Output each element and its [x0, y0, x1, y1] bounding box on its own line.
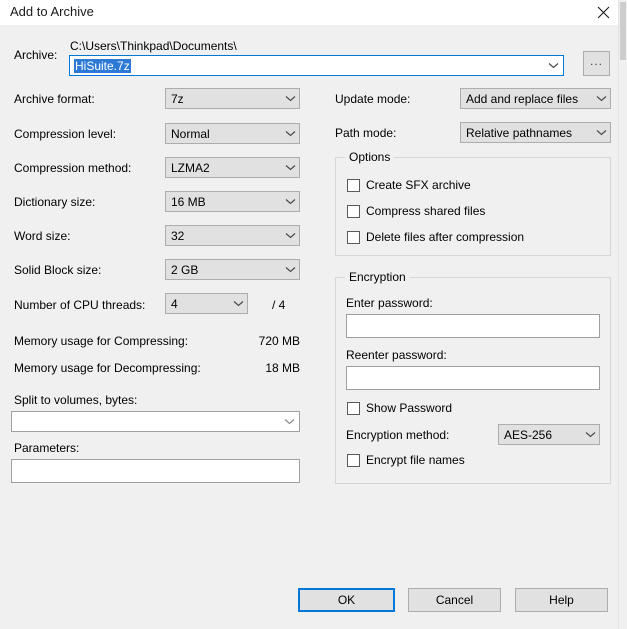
reenter-password-label: Reenter password: [346, 348, 447, 362]
checkbox-box[interactable] [347, 178, 360, 192]
cpu-threads-total: / 4 [272, 298, 286, 312]
word-size-label: Word size: [14, 229, 71, 243]
enter-password-label: Enter password: [346, 296, 433, 310]
split-volumes-label: Split to volumes, bytes: [14, 393, 138, 407]
checkbox-box[interactable] [347, 230, 360, 244]
reenter-password-input[interactable] [346, 366, 600, 390]
parameters-label: Parameters: [14, 441, 80, 455]
memory-compressing-value: 720 MB [258, 334, 300, 348]
word-size-value: 32 [171, 228, 185, 243]
chevron-down-icon [281, 232, 299, 239]
close-icon [597, 6, 610, 19]
memory-compressing-label: Memory usage for Compressing: [14, 334, 189, 348]
chevron-down-icon [229, 300, 247, 307]
chevron-down-icon [281, 266, 299, 273]
chevron-down-icon[interactable] [543, 62, 563, 69]
checkbox-box[interactable] [347, 401, 360, 415]
options-group-legend: Options [345, 150, 395, 164]
archive-label: Archive: [14, 48, 58, 62]
ok-button[interactable]: OK [298, 588, 395, 612]
memory-decompressing-label: Memory usage for Decompressing: [14, 361, 201, 375]
checkbox-create-sfx-archive[interactable]: Create SFX archive [347, 178, 471, 192]
update-mode-value: Add and replace files [466, 91, 579, 106]
split-volumes-combo[interactable] [11, 411, 300, 432]
path-mode-value: Relative pathnames [466, 125, 573, 140]
archive-name-input-wrap[interactable]: HiSuite.7z [70, 58, 543, 73]
parameters-input[interactable] [11, 459, 300, 483]
window-title: Add to Archive [10, 4, 94, 19]
compression-method-label: Compression method: [14, 161, 132, 175]
update-mode-label: Update mode: [335, 92, 411, 106]
word-size-combo[interactable]: 32 [165, 225, 300, 246]
path-mode-combo[interactable]: Relative pathnames [460, 122, 611, 143]
encryption-method-combo[interactable]: AES-256 [498, 424, 600, 445]
checkbox-label: Create SFX archive [366, 178, 471, 192]
checkbox-label: Compress shared files [366, 204, 486, 218]
close-button[interactable] [586, 0, 620, 25]
cpu-threads-combo[interactable]: 4 [165, 293, 248, 314]
dictionary-size-combo[interactable]: 16 MB [165, 191, 300, 212]
checkbox-box[interactable] [347, 204, 360, 218]
archive-format-label: Archive format: [14, 92, 95, 106]
checkbox-label: Show Password [366, 401, 453, 415]
cpu-threads-label: Number of CPU threads: [14, 298, 146, 312]
encryption-group-legend: Encryption [345, 270, 410, 284]
archive-format-value: 7z [171, 91, 184, 106]
cancel-button[interactable]: Cancel [408, 588, 501, 612]
chevron-down-icon [281, 95, 299, 102]
chevron-down-icon [281, 198, 299, 205]
dictionary-size-value: 16 MB [171, 194, 206, 209]
title-bar: Add to Archive [0, 0, 627, 25]
archive-path-text: C:\Users\Thinkpad\Documents\ [70, 39, 237, 53]
chevron-down-icon[interactable] [279, 418, 299, 425]
add-to-archive-dialog: Add to Archive Archive: C:\Users\Thinkpa… [0, 0, 627, 629]
checkbox-label: Delete files after compression [366, 230, 525, 244]
checkbox-compress-shared-files[interactable]: Compress shared files [347, 204, 485, 218]
checkbox-show-password[interactable]: Show Password [347, 401, 452, 415]
vertical-scrollbar[interactable] [618, 0, 627, 629]
archive-name-value[interactable]: HiSuite.7z [74, 58, 131, 73]
chevron-down-icon [581, 431, 599, 438]
solid-block-size-combo[interactable]: 2 GB [165, 259, 300, 280]
enter-password-input[interactable] [346, 314, 600, 338]
chevron-down-icon [592, 95, 610, 102]
checkbox-delete-files-after-compression[interactable]: Delete files after compression [347, 230, 524, 244]
compression-method-value: LZMA2 [171, 160, 210, 175]
compression-level-combo[interactable]: Normal [165, 123, 300, 144]
encryption-method-label: Encryption method: [346, 428, 450, 442]
checkbox-encrypt-file-names[interactable]: Encrypt file names [347, 453, 465, 467]
archive-format-combo[interactable]: 7z [165, 88, 300, 109]
compression-method-combo[interactable]: LZMA2 [165, 157, 300, 178]
cpu-threads-value: 4 [171, 296, 178, 311]
compression-level-label: Compression level: [14, 127, 117, 141]
archive-name-combo[interactable]: HiSuite.7z [69, 55, 564, 76]
help-button[interactable]: Help [515, 588, 608, 612]
checkbox-label: Encrypt file names [366, 453, 465, 467]
compression-level-value: Normal [171, 126, 210, 141]
solid-block-size-value: 2 GB [171, 262, 199, 277]
chevron-down-icon [281, 164, 299, 171]
memory-decompressing-value: 18 MB [265, 361, 300, 375]
chevron-down-icon [281, 130, 299, 137]
scrollbar-thumb[interactable] [620, 2, 626, 60]
dictionary-size-label: Dictionary size: [14, 195, 96, 209]
checkbox-box[interactable] [347, 453, 360, 467]
chevron-down-icon [592, 129, 610, 136]
solid-block-size-label: Solid Block size: [14, 263, 102, 277]
browse-button[interactable]: ... [583, 51, 610, 76]
path-mode-label: Path mode: [335, 126, 397, 140]
encryption-method-value: AES-256 [504, 427, 553, 442]
update-mode-combo[interactable]: Add and replace files [460, 88, 611, 109]
